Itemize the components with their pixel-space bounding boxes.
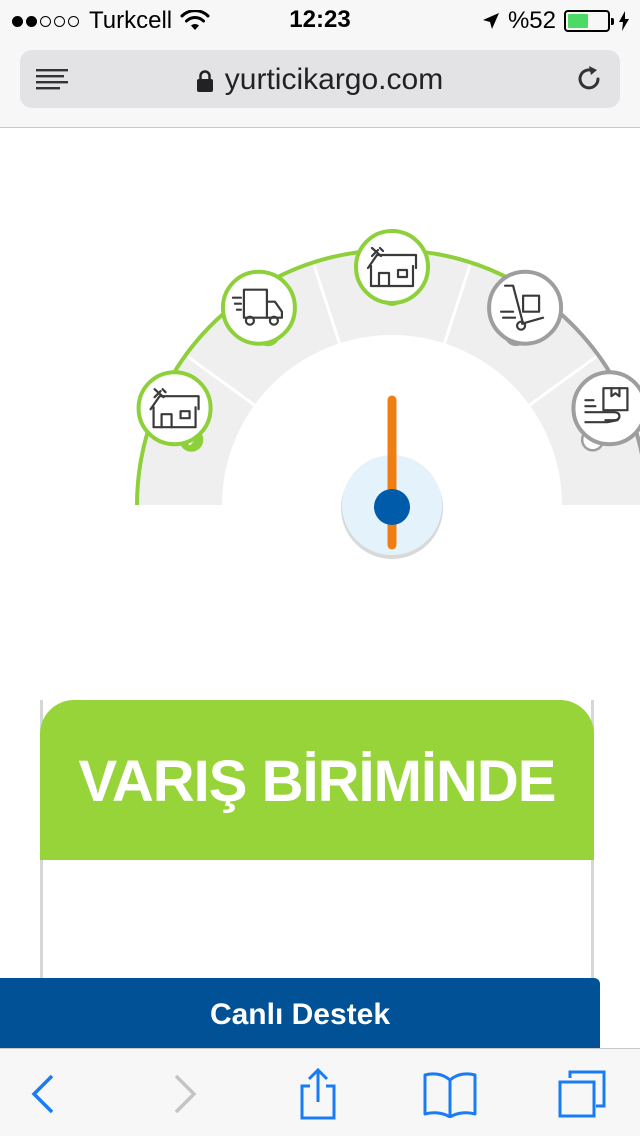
- stage-marker: [220, 269, 297, 346]
- location-arrow-icon: [482, 13, 499, 29]
- shipment-status-title: VARIŞ BİRİMİNDE: [78, 749, 557, 814]
- forward-button[interactable]: [156, 1067, 212, 1121]
- url-text: yurticikargo.com: [224, 63, 444, 96]
- charging-bolt-icon: [619, 11, 629, 31]
- url-display[interactable]: yurticikargo.com: [20, 63, 620, 97]
- battery-icon: [564, 10, 614, 32]
- address-bar[interactable]: yurticikargo.com: [20, 50, 620, 108]
- live-support-button[interactable]: Canlı Destek: [0, 978, 600, 1048]
- browser-address-area: yurticikargo.com: [0, 40, 640, 128]
- battery-percentage: %52: [507, 7, 556, 34]
- status-bar: Turkcell 12:23 %52: [0, 0, 640, 40]
- share-button[interactable]: [290, 1067, 346, 1121]
- gauge-needle-pivot: [374, 489, 410, 525]
- status-card-header: VARIŞ BİRİMİNDE: [40, 700, 594, 860]
- live-support-label: Canlı Destek: [209, 998, 391, 1031]
- forward-icon: [174, 1074, 197, 1114]
- browser-toolbar: [0, 1048, 640, 1136]
- stage-marker: [136, 370, 213, 447]
- back-button[interactable]: [16, 1067, 72, 1121]
- lock-icon: [196, 70, 213, 92]
- shipment-tracker-gauge: [135, 229, 640, 559]
- stage-marker: [354, 229, 430, 305]
- stage-marker: [571, 370, 640, 447]
- bookmarks-button[interactable]: [422, 1067, 478, 1121]
- reload-icon[interactable]: [574, 64, 604, 94]
- share-icon: [300, 1068, 336, 1120]
- bookmarks-icon: [423, 1072, 477, 1118]
- back-icon: [31, 1074, 54, 1114]
- tabs-icon: [558, 1070, 606, 1118]
- status-right-group: %52: [482, 7, 630, 35]
- stage-marker: [487, 269, 564, 346]
- tabs-button[interactable]: [554, 1067, 610, 1121]
